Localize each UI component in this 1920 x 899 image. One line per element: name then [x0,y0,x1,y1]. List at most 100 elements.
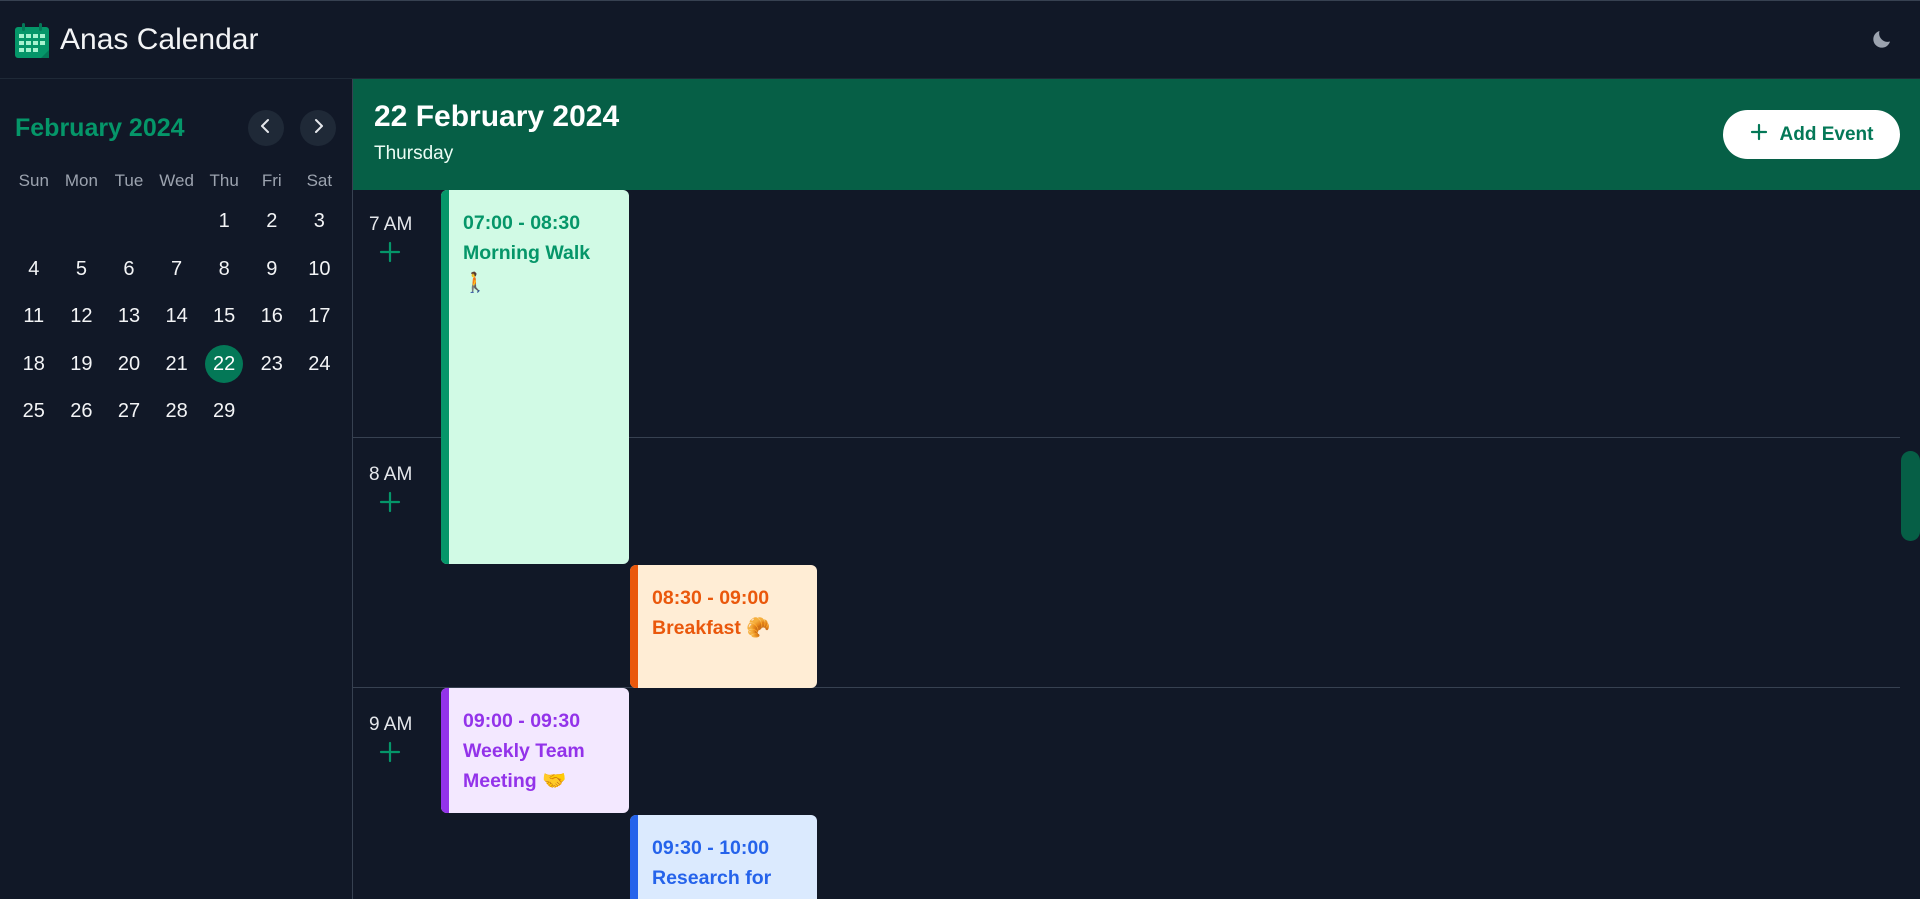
weekday-label: Mon [64,171,98,190]
day-cell[interactable]: 24 [296,341,344,389]
day-number: 15 [213,305,236,328]
weekday-label: Tue [114,171,144,190]
event-time: 07:00 - 08:30 [463,212,581,234]
chevron-right-icon [310,118,326,139]
day-cell[interactable]: 3 [296,198,344,246]
top-bar: Anas Calendar [0,0,1920,79]
theme-toggle-button[interactable] [1866,25,1898,57]
next-month-button[interactable] [300,110,336,146]
day-cell-empty [58,198,106,246]
day-cell[interactable]: 5 [58,246,106,294]
add-at-hour-button[interactable] [377,241,403,267]
weekday-label: Wed [159,171,194,190]
plus-icon [1750,123,1768,147]
day-cell[interactable]: 2 [248,198,296,246]
plus-icon [379,741,401,768]
event-color-bar [441,688,449,813]
event-card[interactable]: 09:00 - 09:30 Weekly Team Meeting 🤝 [441,688,629,813]
day-cell[interactable]: 26 [58,388,106,436]
event-title: Research for [652,867,772,889]
add-at-hour-button[interactable] [377,491,403,517]
day-number: 29 [213,400,236,423]
day-cell[interactable]: 23 [248,341,296,389]
day-number: 9 [266,257,278,280]
day-cell[interactable]: 13 [105,293,153,341]
day-cell-empty [153,198,201,246]
day-cell[interactable]: 27 [105,388,153,436]
hour-label: 7 AM [369,214,413,235]
day-cell[interactable]: 28 [153,388,201,436]
event-title: Breakfast [652,617,741,639]
event-color-bar [441,190,449,564]
day-number: 13 [117,305,141,328]
day-number: 2 [266,210,278,233]
day-number: 7 [171,257,183,280]
day-cell[interactable]: 16 [248,293,296,341]
plus-icon [379,491,401,518]
event-time: 08:30 - 09:00 [652,587,770,609]
calendar-icon [14,23,50,59]
app-title: Anas Calendar [60,23,259,56]
day-number: 4 [28,257,40,280]
day-cell[interactable]: 25 [10,388,58,436]
day-number: 22 [205,345,244,384]
day-number: 11 [23,305,45,328]
scrollbar-thumb[interactable] [1901,451,1920,541]
day-cell[interactable]: 11 [10,293,58,341]
day-cell[interactable]: 14 [153,293,201,341]
event-emoji: 🥐 [746,617,771,639]
day-cell-empty [105,198,153,246]
day-number: 14 [165,305,188,328]
add-at-hour-button[interactable] [377,741,403,767]
day-number: 10 [308,257,331,280]
day-cell[interactable]: 8 [200,246,248,294]
day-number: 5 [75,257,87,280]
event-title: Weekly Team Meeting [463,740,585,792]
event-card[interactable]: 09:30 - 10:00 Research for [630,815,817,899]
day-cell[interactable]: 1 [200,198,248,246]
weekday-label: Thu [209,171,239,190]
add-event-label: Add Event [1779,123,1874,145]
prev-month-button[interactable] [248,110,284,146]
weekday-label: Sat [306,171,333,190]
day-number: 1 [218,210,230,233]
day-cell[interactable]: 12 [58,293,106,341]
weekday-header: Sun Mon Tue Wed Thu Fri Sat [10,171,344,191]
day-number: 21 [165,352,188,375]
day-cell[interactable]: 9 [248,246,296,294]
event-card[interactable]: 07:00 - 08:30 Morning Walk 🚶 [441,190,629,564]
day-cell[interactable]: 20 [105,341,153,389]
day-cell[interactable]: 4 [10,246,58,294]
hour-label: 8 AM [369,464,413,485]
day-number: 3 [313,210,325,233]
day-number: 23 [260,352,283,375]
day-cell[interactable]: 7 [153,246,201,294]
month-title: February 2024 [15,114,185,142]
date-weekday: Thursday [374,143,454,164]
day-cell[interactable]: 17 [296,293,344,341]
plus-icon [379,241,401,268]
day-number: 6 [123,257,135,280]
day-number: 19 [70,352,93,375]
day-cell[interactable]: 19 [58,341,106,389]
day-cell-selected[interactable]: 22 [200,341,248,389]
add-event-button[interactable]: Add Event [1723,110,1900,159]
day-cell[interactable]: 15 [200,293,248,341]
day-cell[interactable]: 18 [10,341,58,389]
day-cell[interactable]: 6 [105,246,153,294]
moon-icon [1870,27,1894,56]
date-title: 22 February 2024 [374,100,620,133]
day-cell[interactable]: 10 [296,246,344,294]
day-cell-empty [10,198,58,246]
timeline: 7 AM 8 AM 9 AM 07:00 - 08:30 Morning Wal… [353,190,1920,899]
day-number: 12 [70,305,93,328]
weekday-label: Fri [261,171,282,190]
event-card[interactable]: 08:30 - 09:00 Breakfast 🥐 [630,565,817,688]
day-cell[interactable]: 21 [153,341,201,389]
day-cell[interactable]: 29 [200,388,248,436]
chevron-left-icon [258,118,274,139]
event-color-bar [630,815,638,899]
weekday-label: Sun [18,171,49,190]
day-grid: 1 2 3 4 5 6 7 8 9 10 11 12 13 14 15 16 17 18 19 20 21 22 23 24 2… [10,198,344,436]
day-number: 28 [165,400,188,423]
